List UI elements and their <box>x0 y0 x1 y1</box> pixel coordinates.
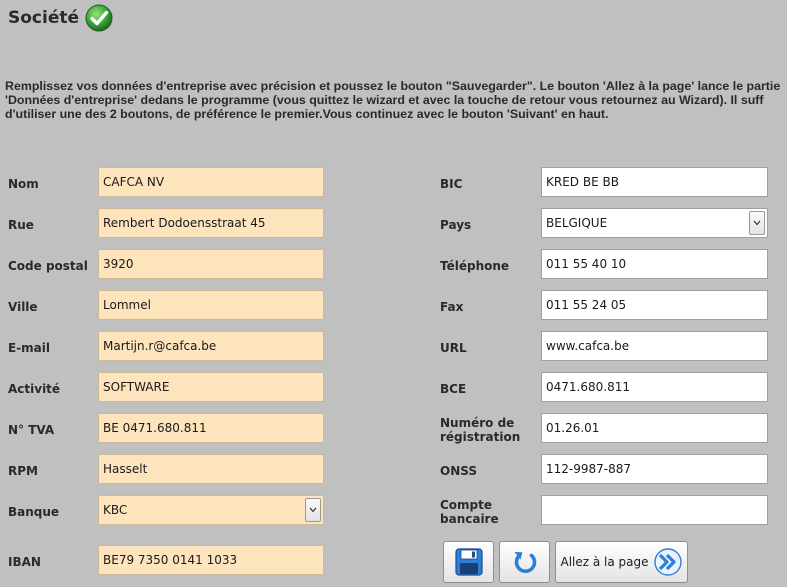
label-line: bancaire <box>440 512 499 526</box>
label-rue: Rue <box>8 218 34 232</box>
label-ville: Ville <box>8 300 38 314</box>
banque-selected-value: KBC <box>103 503 128 517</box>
label-fax: Fax <box>440 300 464 314</box>
label-line: Numéro de <box>440 416 515 430</box>
label-email: E-mail <box>8 341 51 355</box>
nom-input[interactable] <box>98 167 324 197</box>
email-input[interactable] <box>98 331 324 361</box>
banque-select[interactable]: KBC <box>98 495 324 525</box>
numero-registration-input[interactable] <box>541 413 768 443</box>
label-nom: Nom <box>8 177 39 191</box>
label-line: régistration <box>440 430 521 444</box>
bic-input[interactable] <box>541 167 768 197</box>
page-title: Société <box>8 8 80 28</box>
goto-page-label: Allez à la page <box>560 555 649 569</box>
onss-input[interactable] <box>541 454 768 484</box>
rue-input[interactable] <box>98 208 324 238</box>
code-postal-input[interactable] <box>98 249 324 279</box>
label-telephone: Téléphone <box>440 259 510 273</box>
label-onss: ONSS <box>440 464 477 478</box>
label-compte-bancaire: Compte bancaire <box>440 498 499 526</box>
label-line: Compte <box>440 498 493 512</box>
label-url: URL <box>440 341 467 355</box>
page-header: Société <box>8 4 113 32</box>
label-tva: N° TVA <box>8 423 55 437</box>
label-iban: IBAN <box>8 555 41 569</box>
save-button[interactable] <box>443 541 494 583</box>
floppy-disk-icon <box>454 548 483 576</box>
fax-input[interactable] <box>541 290 768 320</box>
label-code-postal: Code postal <box>8 259 88 273</box>
label-activite: Activité <box>8 382 61 396</box>
telephone-input[interactable] <box>541 249 768 279</box>
label-numero-registration: Numéro de régistration <box>440 416 520 444</box>
tva-input[interactable] <box>98 413 324 443</box>
activite-input[interactable] <box>98 372 324 402</box>
compte-bancaire-input[interactable] <box>541 495 768 525</box>
intro-line: d'utiliser une des 2 boutons, de préfére… <box>5 107 609 121</box>
chevron-down-icon[interactable] <box>749 211 765 235</box>
label-pays: Pays <box>440 218 472 232</box>
url-input[interactable] <box>541 331 768 361</box>
refresh-button[interactable] <box>499 541 550 583</box>
double-chevron-right-icon <box>653 548 682 576</box>
intro-line: 'Données d'entreprise' dedans le program… <box>5 93 764 107</box>
goto-page-button[interactable]: Allez à la page <box>555 541 688 583</box>
label-bce: BCE <box>440 382 467 396</box>
refresh-icon <box>514 552 536 574</box>
iban-input[interactable] <box>98 545 324 575</box>
chevron-down-icon[interactable] <box>305 498 321 522</box>
check-circle-icon <box>85 4 113 32</box>
rpm-input[interactable] <box>98 454 324 484</box>
pays-select[interactable]: BELGIQUE <box>541 208 768 238</box>
intro-text: Remplissez vos données d'entreprise avec… <box>5 79 787 121</box>
bce-input[interactable] <box>541 372 768 402</box>
label-bic: BIC <box>440 177 463 191</box>
label-banque: Banque <box>8 505 60 519</box>
label-rpm: RPM <box>8 464 38 478</box>
pays-selected-value: BELGIQUE <box>546 216 608 230</box>
intro-line: Remplissez vos données d'entreprise avec… <box>5 79 781 93</box>
ville-input[interactable] <box>98 290 324 320</box>
